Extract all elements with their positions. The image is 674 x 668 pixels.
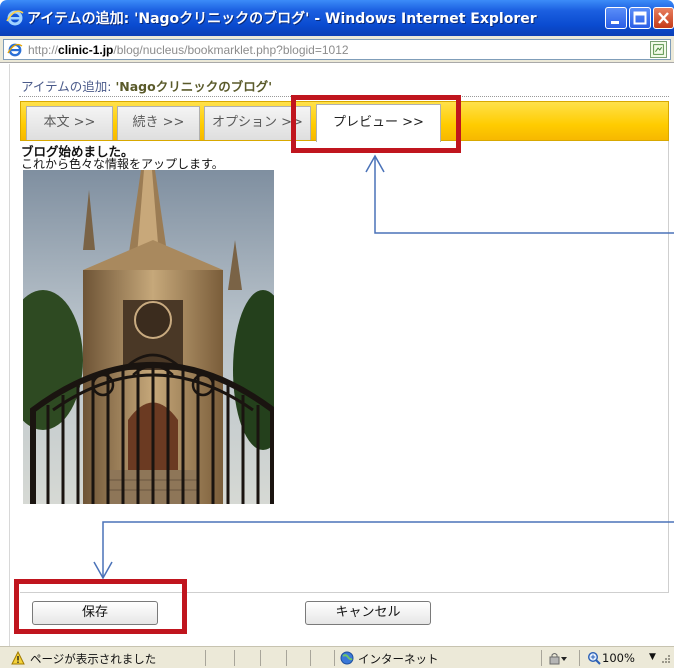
- window-title: アイテムの追加: 'Nagoクリニックのブログ' - Windows Inter…: [27, 11, 537, 27]
- security-zone[interactable]: インターネット: [358, 651, 439, 667]
- zoom-level[interactable]: 100%: [602, 651, 635, 665]
- ie-logo-icon: [6, 10, 24, 26]
- tab-body[interactable]: 本文 >>: [26, 106, 113, 140]
- cancel-button[interactable]: キャンセル: [305, 601, 431, 625]
- compat-view-icon[interactable]: [650, 41, 667, 58]
- resize-grip-icon[interactable]: [661, 653, 671, 665]
- url-prefix: http://: [28, 43, 59, 57]
- url-path: /blog/nucleus/bookmarklet.php?blogid=101…: [113, 43, 349, 57]
- browser-window: アイテムの追加: 'Nagoクリニックのブログ' - Windows Inter…: [0, 0, 674, 668]
- protected-mode-icon[interactable]: [548, 651, 568, 665]
- url-field[interactable]: http://clinic-1.jp/blog/nucleus/bookmark…: [3, 39, 671, 60]
- maximize-icon: [633, 11, 647, 25]
- church-photo: [23, 170, 274, 504]
- preview-tab-highlight: [291, 95, 461, 153]
- zoom-icon[interactable]: [587, 651, 601, 665]
- minimize-icon: [611, 21, 619, 24]
- zoom-dropdown-icon[interactable]: ▼: [649, 652, 656, 662]
- warning-icon: [11, 651, 25, 665]
- internet-globe-icon: [340, 651, 354, 665]
- close-icon: [658, 12, 669, 24]
- page-title-prefix: アイテムの追加:: [21, 79, 116, 94]
- page-title-blog: 'Nagoクリニックのブログ': [115, 79, 273, 94]
- status-message: ページが表示されました: [30, 652, 157, 666]
- status-bar: ページが表示されました インターネット 100% ▼: [0, 646, 674, 668]
- close-button[interactable]: [653, 7, 674, 29]
- maximize-button[interactable]: [629, 7, 651, 29]
- page-title: アイテムの追加: 'Nagoクリニックのブログ': [21, 76, 272, 95]
- url-text: http://clinic-1.jp/blog/nucleus/bookmark…: [28, 43, 349, 57]
- url-host: clinic-1.jp: [58, 43, 114, 57]
- title-bar[interactable]: アイテムの追加: 'Nagoクリニックのブログ' - Windows Inter…: [0, 0, 674, 36]
- tab-more[interactable]: 続き >>: [117, 106, 200, 140]
- save-button-highlight: [14, 579, 187, 634]
- page-ie-icon: [7, 43, 23, 57]
- minimize-button[interactable]: [605, 7, 627, 29]
- address-bar: http://clinic-1.jp/blog/nucleus/bookmark…: [0, 36, 674, 63]
